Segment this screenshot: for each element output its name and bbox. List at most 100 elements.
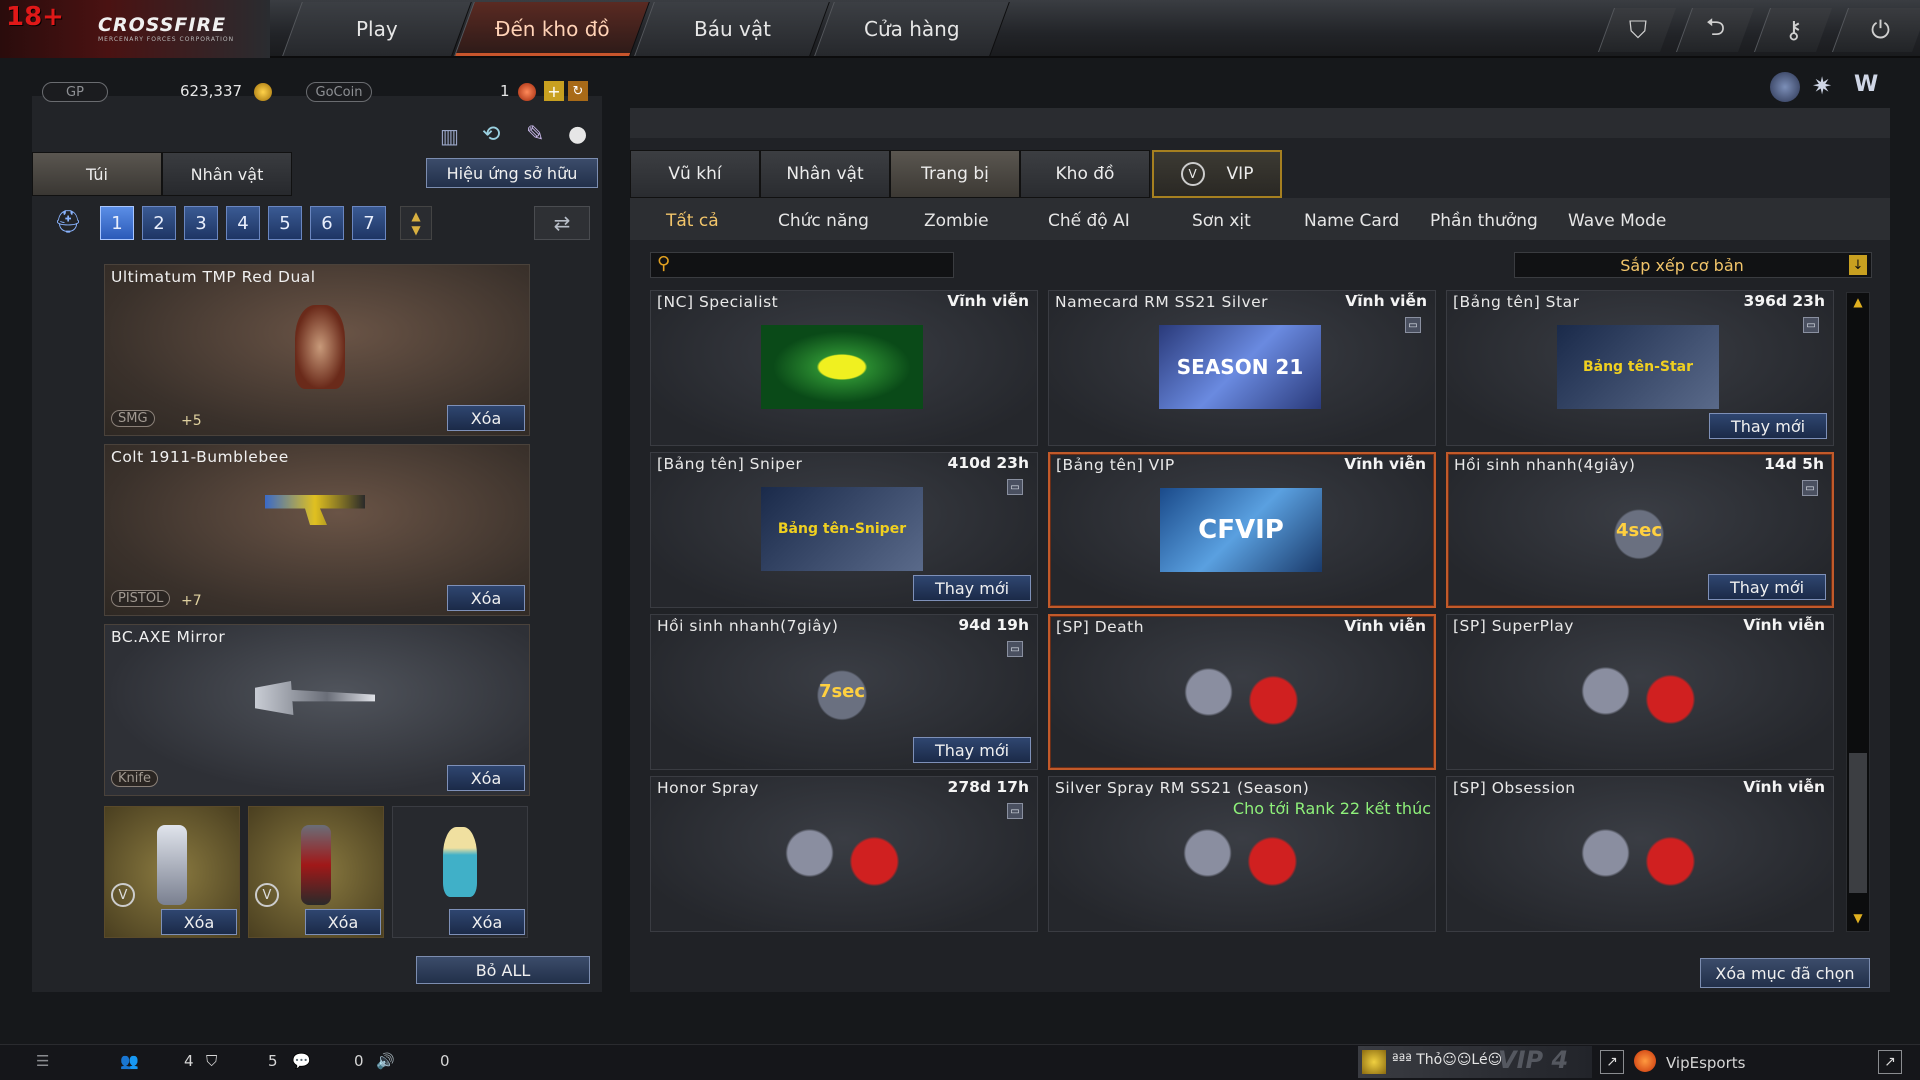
chat-icon[interactable]: 💬	[292, 1052, 311, 1070]
bag-5[interactable]: 5	[268, 206, 302, 240]
crossfire-logo[interactable]: 18+ CROSSFIRE MERCENARY FORCES CORPORATI…	[0, 0, 270, 58]
remove-slot-button[interactable]: Xóa	[449, 909, 525, 935]
remove-weapon-button[interactable]: Xóa	[447, 585, 525, 611]
remove-slot-button[interactable]: Xóa	[161, 909, 237, 935]
rotate-icon[interactable]: ⟲	[482, 122, 510, 150]
inventory-item[interactable]: [NC] Specialist Vĩnh viễn	[650, 290, 1038, 446]
weapon-card-primary[interactable]: Ultimatum TMP Red Dual SMG +5 Xóa	[104, 264, 530, 436]
tab-characters[interactable]: Nhân vật	[760, 150, 890, 198]
renew-button[interactable]: Thay mới	[1709, 413, 1827, 439]
bag-4[interactable]: 4	[226, 206, 260, 240]
gocoin-count: 1	[500, 82, 510, 100]
bag-7[interactable]: 7	[352, 206, 386, 240]
power-icon[interactable]: ⏻	[1831, 8, 1920, 52]
owned-effects-button[interactable]: Hiệu ứng sở hữu	[426, 158, 598, 188]
nav-inventory[interactable]: Đến kho đồ	[454, 2, 650, 56]
inventory-item[interactable]: [SP] Obsession Vĩnh viễn	[1446, 776, 1834, 932]
scroll-down-icon[interactable]: ▼	[1849, 911, 1867, 929]
inventory-item[interactable]: Hồi sinh nhanh(7giây) 94d 19h ▭ 7sec Thay mớ…	[650, 614, 1038, 770]
bag-2[interactable]: 2	[142, 206, 176, 240]
open-external-icon[interactable]: ↗	[1600, 1050, 1624, 1074]
vip-mark-icon: V	[1180, 162, 1205, 186]
item-duration: Vĩnh viễn	[1344, 617, 1426, 635]
globe-icon[interactable]	[1770, 72, 1800, 102]
renew-button[interactable]: Thay mới	[1708, 574, 1826, 600]
player-card[interactable]: ªªª Thỏ☺☺Lé☺ VIP 4	[1358, 1046, 1592, 1078]
inventory-item[interactable]: [SP] Death Vĩnh viễn	[1048, 614, 1436, 770]
character-slot[interactable]: Xóa	[392, 806, 528, 938]
nav-play[interactable]: Play	[282, 2, 472, 56]
search-input[interactable]	[681, 255, 947, 275]
subtab-name-card[interactable]: Name Card	[1304, 206, 1399, 236]
subtab-ai-mode[interactable]: Chế độ AI	[1048, 206, 1130, 236]
add-coin-icon[interactable]: +	[544, 81, 564, 101]
grenade-slot-1[interactable]: V Xóa	[104, 806, 240, 938]
open-clan-icon[interactable]: ↗	[1878, 1050, 1902, 1074]
ranking-icon[interactable]: ▥	[440, 124, 464, 148]
age-rating: 18+	[6, 2, 64, 32]
tab-character[interactable]: Nhân vật	[162, 152, 292, 196]
character-icon[interactable]: ✎	[526, 122, 554, 150]
w-logo-icon[interactable]: W	[1854, 72, 1888, 102]
subtab-rewards[interactable]: Phần thưởng	[1430, 206, 1538, 236]
remove-all-button[interactable]: Bỏ ALL	[416, 956, 590, 984]
sort-dropdown[interactable]: Sắp xếp cơ bản ↓	[1514, 252, 1872, 278]
nav-treasure[interactable]: Báu vật	[634, 2, 830, 56]
bag-3[interactable]: 3	[184, 206, 218, 240]
item-picture	[1557, 649, 1719, 733]
subtab-wave-mode[interactable]: Wave Mode	[1568, 206, 1666, 236]
subtab-function[interactable]: Chức năng	[778, 206, 869, 236]
grenade-slot-2[interactable]: V Xóa	[248, 806, 384, 938]
inventory-item[interactable]: Hồi sinh nhanh(4giây) 14d 5h ▭ 4sec Thay mới	[1446, 452, 1834, 608]
bag-1[interactable]: 1	[100, 206, 134, 240]
inventory-item[interactable]: [SP] SuperPlay Vĩnh viễn	[1446, 614, 1834, 770]
scrollbar[interactable]: ▲ ▼	[1846, 292, 1870, 932]
scroll-up-icon[interactable]: ▲	[1849, 295, 1867, 313]
nav-shop[interactable]: Cửa hàng	[814, 2, 1010, 56]
remove-weapon-button[interactable]: Xóa	[447, 405, 525, 431]
tab-equipment[interactable]: Trang bị	[890, 150, 1020, 198]
bag-6[interactable]: 6	[310, 206, 344, 240]
tab-storage[interactable]: Kho đồ	[1020, 150, 1150, 198]
clan-shield-icon[interactable]: ⛉	[206, 1052, 217, 1070]
renew-button[interactable]: Thay mới	[913, 575, 1031, 601]
menu-icon[interactable]: ☰	[36, 1052, 49, 1070]
trash-icon[interactable]: ▭	[1803, 317, 1819, 333]
subtab-all[interactable]: Tất cả	[666, 206, 719, 236]
bag-scroll-arrows-icon[interactable]: ▲ ▼	[400, 206, 432, 240]
tab-vip[interactable]: V VIP	[1152, 150, 1282, 198]
renew-button[interactable]: Thay mới	[913, 737, 1031, 763]
sort-label: Sắp xếp cơ bản	[1620, 255, 1744, 275]
trash-icon[interactable]: ▭	[1007, 479, 1023, 495]
inventory-item[interactable]: Silver Spray RM SS21 (Season) Cho tới Ran…	[1048, 776, 1436, 932]
refresh-icon[interactable]: ↻	[568, 81, 588, 101]
tab-bag[interactable]: Túi	[32, 152, 162, 196]
friends-icon[interactable]: 👥	[120, 1052, 139, 1070]
player-name: ªªª Thỏ☺☺Lé☺	[1392, 1052, 1503, 1068]
inventory-item[interactable]: [Bảng tên] Star 396d 23h ▭ Bảng tên-Star Tha…	[1446, 290, 1834, 446]
settings-star-icon[interactable]: ✷	[1812, 72, 1842, 102]
subtab-spray[interactable]: Sơn xịt	[1192, 206, 1251, 236]
trash-icon[interactable]: ▭	[1007, 641, 1023, 657]
tab-weapons[interactable]: Vũ khí	[630, 150, 760, 198]
trash-icon[interactable]: ▭	[1802, 480, 1818, 496]
bag-icon[interactable]: ⛑	[54, 210, 82, 238]
trash-icon[interactable]: ▭	[1405, 317, 1421, 333]
trash-icon[interactable]: ▭	[1007, 803, 1023, 819]
inventory-item[interactable]: [Bảng tên] Sniper 410d 23h ▭ Bảng tên-Snipe…	[650, 452, 1038, 608]
remove-weapon-button[interactable]: Xóa	[447, 765, 525, 791]
scrollbar-thumb[interactable]	[1849, 753, 1867, 893]
subtab-zombie[interactable]: Zombie	[924, 206, 989, 236]
inventory-item[interactable]: Namecard RM SS21 Silver Vĩnh viễn ▭ SEASON …	[1048, 290, 1436, 446]
grenade-icon[interactable]: ●	[568, 122, 596, 150]
weapon-card-secondary[interactable]: Colt 1911-Bumblebee PISTOL +7 Xóa	[104, 444, 530, 616]
inventory-item[interactable]: Honor Spray 278d 17h ▭	[650, 776, 1038, 932]
transfer-icon[interactable]: ⇄	[534, 206, 590, 240]
remove-slot-button[interactable]: Xóa	[305, 909, 381, 935]
volume-icon[interactable]: 🔊	[376, 1052, 395, 1070]
inventory-item[interactable]: [Bảng tên] VIP Vĩnh viễn CFVIP	[1048, 452, 1436, 608]
delete-selected-button[interactable]: Xóa mục đã chọn	[1700, 958, 1870, 988]
weapon-card-melee[interactable]: BC.AXE Mirror Knife Xóa	[104, 624, 530, 796]
search-box[interactable]: ⚲	[650, 252, 954, 278]
player-vip-text: VIP 4	[1498, 1046, 1569, 1074]
